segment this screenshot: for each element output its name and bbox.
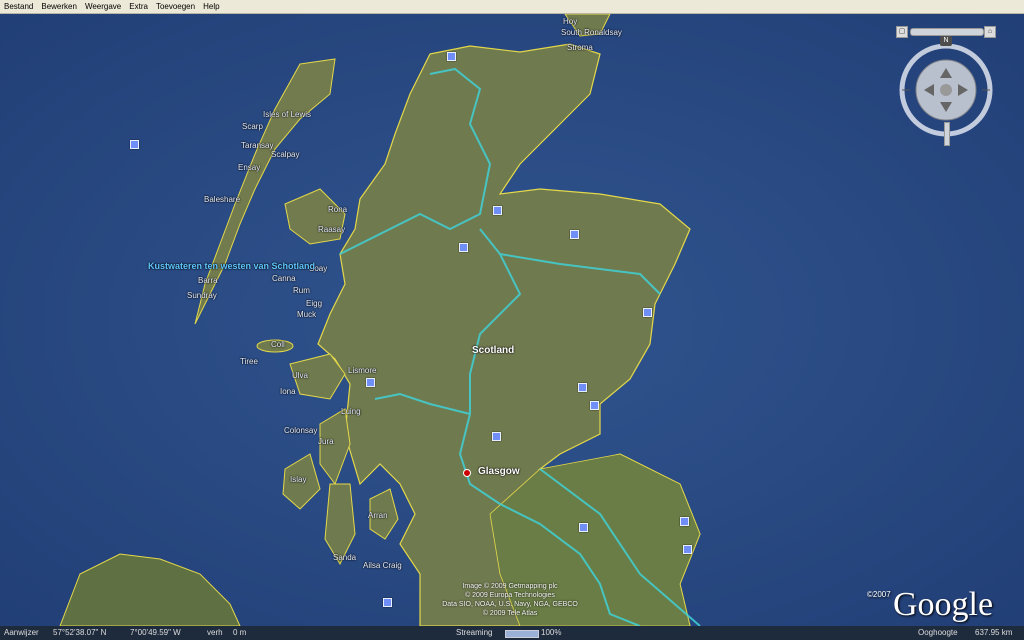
region-label: Scotland xyxy=(472,345,515,356)
menu-extra[interactable]: Extra xyxy=(125,0,152,13)
lock-icon[interactable]: ⌂ xyxy=(984,26,996,38)
menu-bar: Bestand Bewerken Weergave Extra Toevoegen Hel… xyxy=(0,0,1024,14)
credit-line: © 2009 Tele Atlas xyxy=(482,610,538,617)
water-label: Kustwateren ten westen van Schotland xyxy=(148,261,316,271)
elevation-value: 0 m xyxy=(233,628,247,637)
streaming-label: Streaming xyxy=(456,628,493,637)
pointer-label: Aanwijzer xyxy=(4,628,39,637)
placemark-icon[interactable] xyxy=(683,545,692,554)
placemark-icon[interactable] xyxy=(643,308,652,317)
navigation-controls: ▢ ⌂ N xyxy=(896,22,996,152)
placemark-icon[interactable] xyxy=(492,432,501,441)
placemark-icon[interactable] xyxy=(447,52,456,61)
place-label: South Ronaldsay xyxy=(561,28,622,37)
menu-toevoegen[interactable]: Toevoegen xyxy=(152,0,199,13)
google-logo: ©2007 Google xyxy=(867,586,994,624)
city-label: Glasgow xyxy=(478,466,520,477)
place-label: Sundray xyxy=(187,291,217,300)
place-label: Iona xyxy=(280,387,296,396)
place-label: Muck xyxy=(297,310,317,319)
status-bar: Aanwijzer 57°52'38.07" N 7°00'49.59" W v… xyxy=(0,626,1024,640)
menu-bestand[interactable]: Bestand xyxy=(0,0,37,13)
view-toggle-icon[interactable]: ▢ xyxy=(896,26,908,38)
place-label: Tiree xyxy=(240,357,258,366)
place-label: Eigg xyxy=(306,299,323,308)
place-label: Islay xyxy=(290,475,307,484)
credit-line: © 2009 Europa Technologies xyxy=(465,592,555,599)
place-label: Sanda xyxy=(333,553,357,562)
eye-altitude-value: 637.95 km xyxy=(975,628,1013,637)
place-label: Colonsay xyxy=(284,426,318,435)
placemark-icon[interactable] xyxy=(578,383,587,392)
city-marker-icon[interactable] xyxy=(463,469,471,477)
placemark-icon[interactable] xyxy=(493,206,502,215)
map-graphics xyxy=(0,14,1024,626)
place-label: Ulva xyxy=(292,371,309,380)
place-label: Ailsa Craig xyxy=(363,561,402,570)
place-label: Isles of Lewis xyxy=(263,110,312,119)
place-label: Stroma xyxy=(567,43,593,52)
place-label: Coll xyxy=(271,340,285,349)
place-label: Barra xyxy=(198,276,218,285)
place-label: Canna xyxy=(272,274,296,283)
place-label: Rona xyxy=(328,205,348,214)
logo-text: Google xyxy=(893,586,994,623)
pointer-longitude: 7°00'49.59" W xyxy=(130,628,181,637)
placemark-icon[interactable] xyxy=(383,598,392,607)
north-button[interactable]: N xyxy=(940,36,952,46)
pointer-latitude: 57°52'38.07" N xyxy=(53,628,107,637)
menu-help[interactable]: Help xyxy=(199,0,223,13)
place-label: Scalpay xyxy=(271,150,300,159)
menu-bewerken[interactable]: Bewerken xyxy=(37,0,81,13)
placemark-icon[interactable] xyxy=(579,523,588,532)
streaming-progress-bar xyxy=(505,630,539,638)
place-label: Jura xyxy=(318,437,334,446)
placemark-icon[interactable] xyxy=(130,140,139,149)
placemark-icon[interactable] xyxy=(570,230,579,239)
elevation-label: verh xyxy=(207,628,223,637)
tilt-slider[interactable] xyxy=(910,28,984,36)
place-label: Baleshare xyxy=(204,195,241,204)
menu-weergave[interactable]: Weergave xyxy=(81,0,125,13)
logo-year: ©2007 xyxy=(867,590,891,599)
credit-line: Data SIO, NOAA, U.S. Navy, NGA, GEBCO xyxy=(442,601,578,608)
place-label: Lismore xyxy=(348,366,377,375)
credit-line: Image © 2009 Getmapping plc xyxy=(462,583,558,590)
place-label: Hoy xyxy=(563,17,578,26)
placemark-icon[interactable] xyxy=(366,378,375,387)
placemark-icon[interactable] xyxy=(459,243,468,252)
streaming-percent: 100% xyxy=(541,628,562,637)
place-label: Ensay xyxy=(238,163,261,172)
place-label: Luing xyxy=(341,407,361,416)
imagery-credits: Image © 2009 Getmapping plc © 2009 Europ… xyxy=(400,582,620,618)
eye-altitude-label: Ooghoogte xyxy=(918,628,958,637)
earth-map-view[interactable]: Hoy South Ronaldsay Stroma Isles of Lewi… xyxy=(0,14,1024,626)
placemark-icon[interactable] xyxy=(680,517,689,526)
place-label: Scarp xyxy=(242,122,263,131)
placemark-icon[interactable] xyxy=(590,401,599,410)
place-label: Rum xyxy=(293,286,310,295)
place-label: Arran xyxy=(368,511,388,520)
zoom-slider[interactable] xyxy=(944,122,950,146)
place-label: Raasay xyxy=(318,225,346,234)
place-label: Taransay xyxy=(241,141,274,150)
